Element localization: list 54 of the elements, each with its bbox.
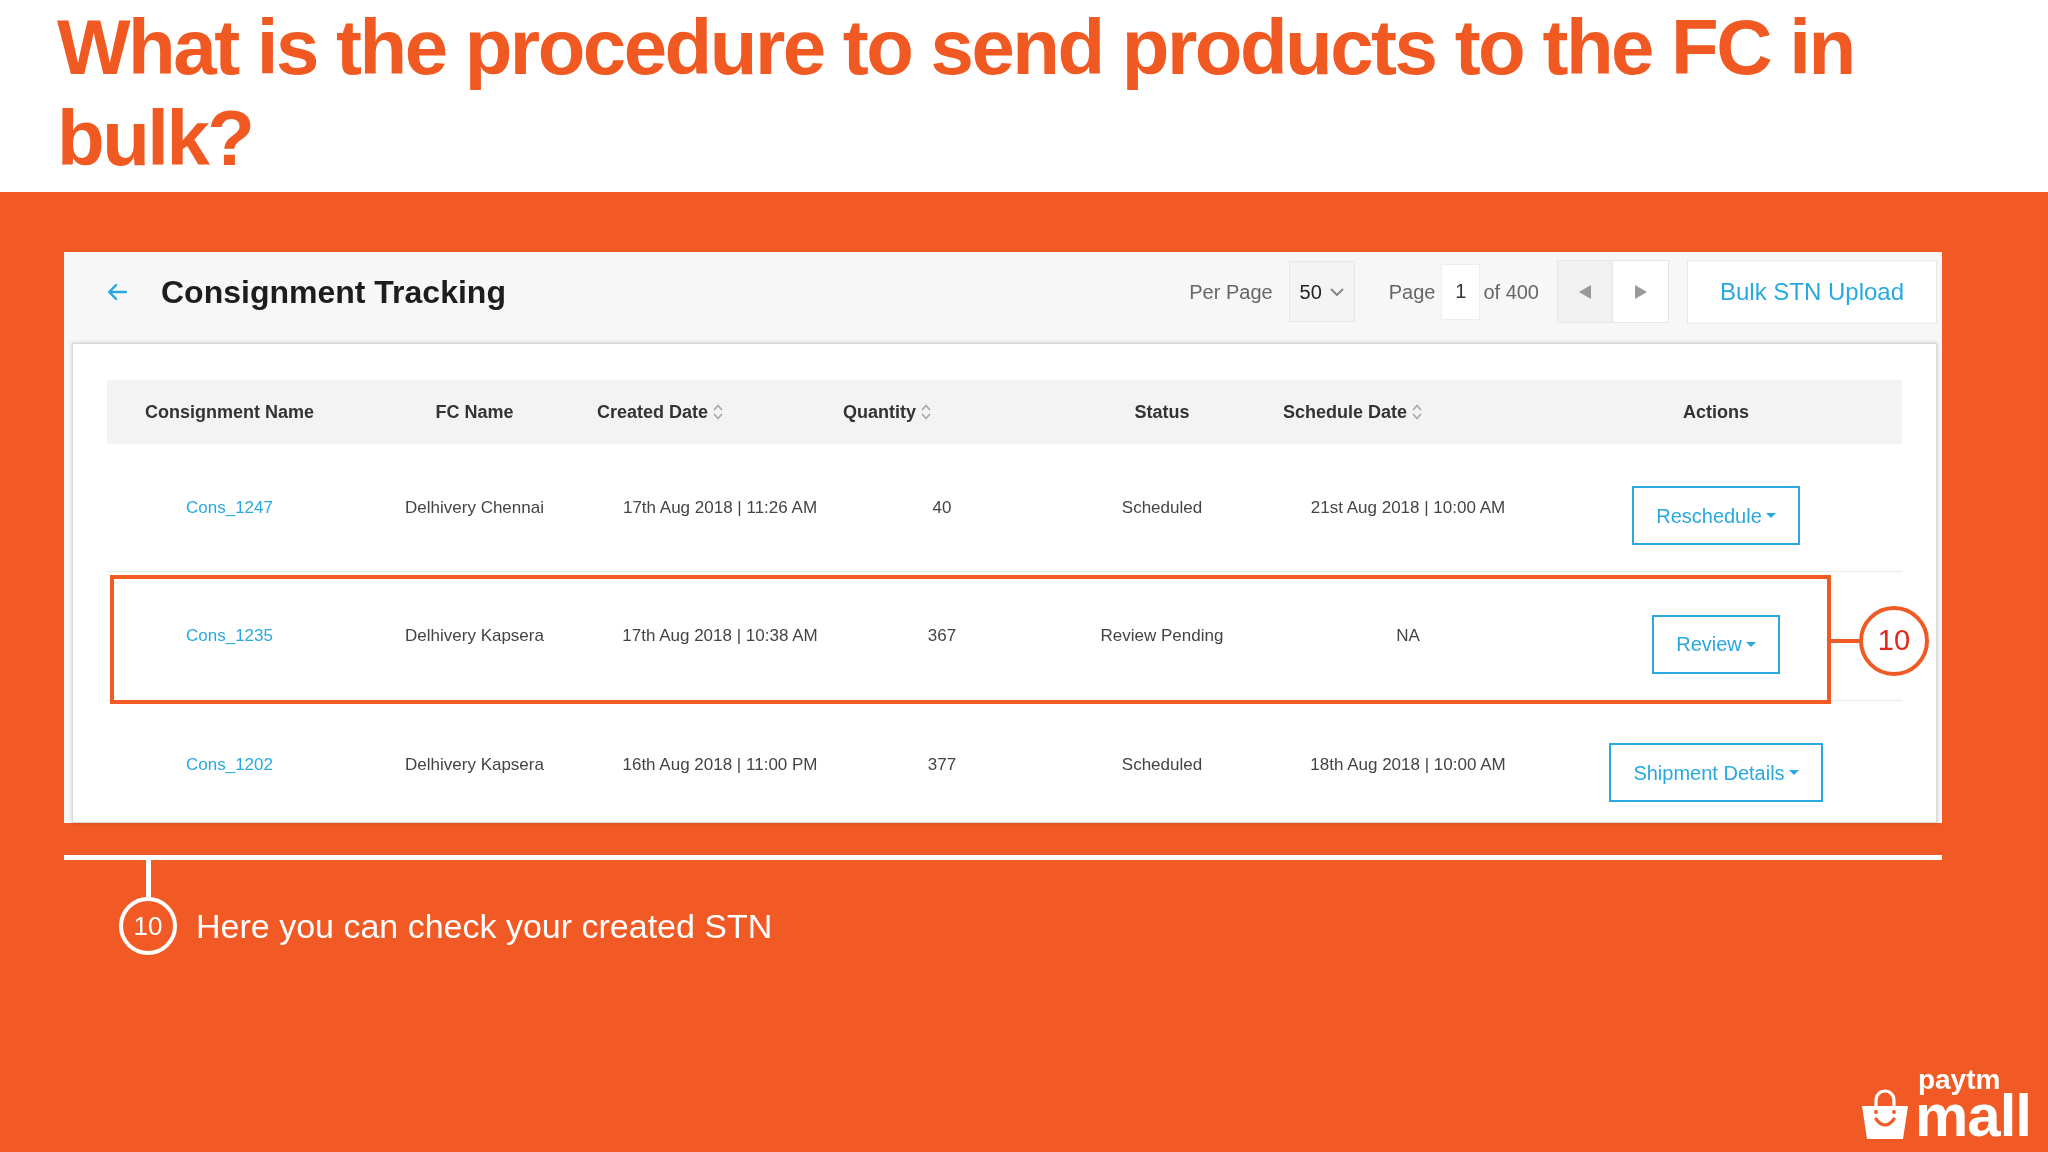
page-label: Page: [1388, 279, 1436, 305]
callout-marker: 10: [1859, 606, 1929, 676]
logo-text: mall: [1914, 1093, 2031, 1139]
column-header[interactable]: Quantity: [843, 398, 916, 426]
caret-right-icon: [1634, 284, 1647, 299]
slide-title: What is the procedure to send products to the FC in bulk?: [57, 2, 1855, 184]
next-page-button[interactable]: [1613, 261, 1668, 322]
chevron-down-icon: [1329, 287, 1344, 296]
shopping-bag-icon: [1860, 1087, 1909, 1139]
table-cell-text: 17th Aug 2018 | 10:38 AM: [622, 625, 818, 648]
back-arrow-icon[interactable]: [107, 281, 127, 302]
table-cell-text: Delhivery Kapsera: [405, 753, 544, 776]
annotation-text: Here you can check your created STN: [196, 906, 773, 947]
caret-left-icon: [1579, 284, 1591, 299]
table-cell-text: NA: [1396, 625, 1420, 648]
table-cell-text: Review Pending: [1100, 625, 1224, 648]
table-cell-text: 367: [927, 625, 957, 648]
column-header: FC Name: [435, 400, 514, 424]
page-title: Consignment Tracking: [161, 272, 506, 312]
column-header: Status: [1134, 400, 1190, 424]
consignment-link[interactable]: Cons_1247: [186, 494, 273, 521]
table-cell-text: Delhivery Chennai: [405, 496, 544, 519]
callout-marker: 10: [119, 897, 177, 955]
caret-down-icon: [1745, 641, 1756, 647]
sort-icon[interactable]: [921, 404, 931, 420]
action-dropdown-button[interactable]: Reschedule: [1632, 486, 1800, 545]
logo-text: paytm: [1917, 1067, 2001, 1093]
table-cell-text: Delhivery Kapsera: [405, 625, 544, 648]
consignment-link[interactable]: Cons_1202: [186, 751, 273, 778]
table-cell-text: 377: [927, 753, 957, 776]
table-cell-text: 21st Aug 2018 | 10:00 AM: [1310, 496, 1506, 519]
caret-down-icon: [1788, 770, 1799, 775]
per-page-label: Per Page: [1189, 279, 1273, 305]
table-cell-text: Scheduled: [1121, 496, 1203, 519]
column-header: Actions: [1683, 400, 1749, 424]
callout-connector: [1831, 639, 1859, 643]
consignment-link[interactable]: Cons_1235: [186, 623, 273, 649]
action-dropdown-button[interactable]: Review: [1652, 614, 1780, 674]
page-count: of 400: [1483, 279, 1539, 305]
column-header: Consignment Name: [145, 400, 314, 424]
table-cell-text: 18th Aug 2018 | 10:00 AM: [1310, 753, 1506, 776]
bulk-upload-button[interactable]: Bulk STN Upload: [1687, 259, 1937, 324]
table-cell-text: 40: [932, 496, 952, 519]
page-input[interactable]: 1: [1441, 263, 1481, 320]
column-header[interactable]: Created Date: [597, 398, 709, 426]
sort-icon[interactable]: [713, 404, 724, 420]
table-cell-text: Scheduled: [1121, 753, 1203, 776]
caret-down-icon: [1765, 513, 1776, 518]
per-page-select[interactable]: 50: [1288, 261, 1355, 322]
table-cell-text: 16th Aug 2018 | 11:00 PM: [622, 753, 818, 776]
action-dropdown-button[interactable]: Shipment Details: [1609, 743, 1823, 802]
table-cell-text: 17th Aug 2018 | 11:26 AM: [622, 496, 818, 519]
sort-icon[interactable]: [1412, 404, 1423, 420]
column-header[interactable]: Schedule Date: [1283, 398, 1408, 426]
